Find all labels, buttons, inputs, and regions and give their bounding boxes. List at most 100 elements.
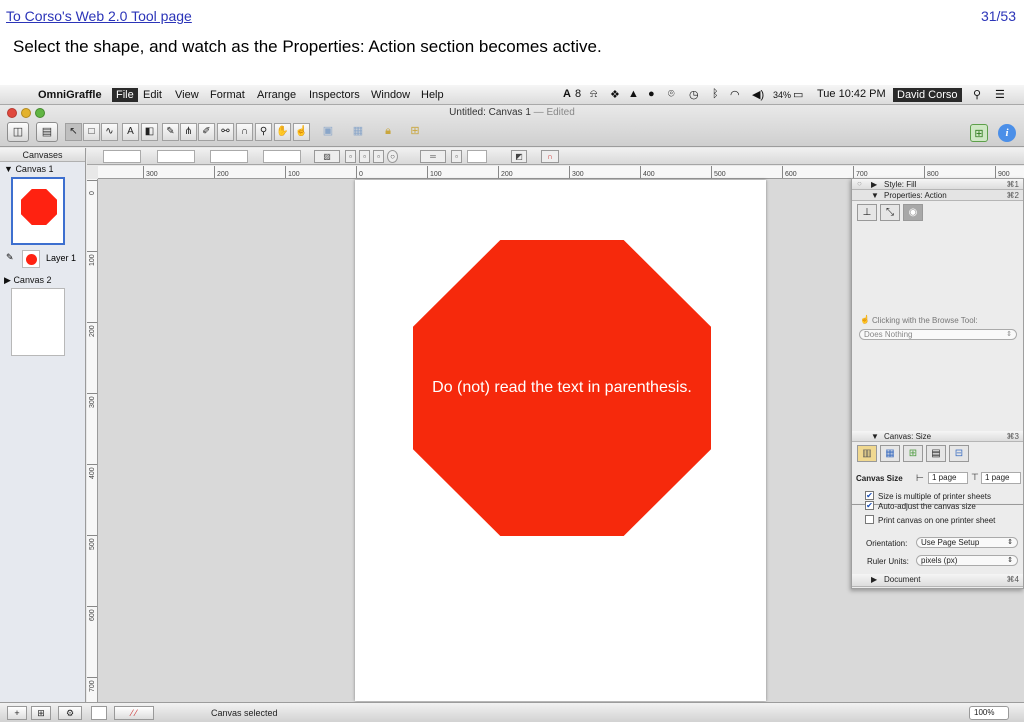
grid-tab-icon[interactable]: ▦ <box>880 445 900 462</box>
disclosure-closed-icon[interactable]: ▶ <box>4 275 11 285</box>
diagram-layout-tab-icon[interactable]: ⊟ <box>949 445 969 462</box>
gear-icon[interactable]: ⚙ <box>58 706 82 720</box>
style-button-2[interactable]: ▫ <box>359 150 370 163</box>
rubber-stamp-icon[interactable]: ◧ <box>141 123 158 141</box>
octagon-shape[interactable]: Do (not) read the text in parenthesis. <box>413 240 711 536</box>
text-tool-icon[interactable]: A <box>122 123 139 141</box>
battery-icon[interactable]: ▭ <box>793 88 803 101</box>
bluetooth-icon[interactable]: ᛒ <box>712 88 719 100</box>
fill-color-well[interactable]: ▨ <box>314 150 340 163</box>
clock[interactable]: Tue 10:42 PM <box>817 88 886 100</box>
menu-window[interactable]: Window <box>371 89 410 101</box>
action-tab-icon[interactable]: ◉ <box>903 204 923 221</box>
notification-icon[interactable]: ⍾ <box>590 88 597 101</box>
style-button-1[interactable]: ▫ <box>345 150 356 163</box>
pencil-icon[interactable]: ✎ <box>6 252 14 263</box>
document-row[interactable]: ▶ Document ⌘4 <box>852 574 1023 587</box>
layout-tab-icon[interactable]: ⊞ <box>903 445 923 462</box>
user-menu[interactable]: David Corso <box>893 88 962 102</box>
add-layer-icon[interactable]: ⊞ <box>31 706 51 720</box>
browse-tool-icon[interactable]: ☝ <box>293 123 310 141</box>
auto-adjust-checkbox[interactable]: ✔ <box>865 501 874 510</box>
magnet-tool-icon[interactable]: ∩ <box>236 123 253 141</box>
canvas-2-thumbnail[interactable] <box>11 288 65 356</box>
style-button-3[interactable]: ▫ <box>373 150 384 163</box>
group-icon[interactable]: ▣ <box>318 122 338 142</box>
stroke-width-field[interactable] <box>467 150 487 163</box>
height-field[interactable] <box>263 150 301 163</box>
print-one-sheet-checkbox[interactable] <box>865 515 874 524</box>
stroke-button[interactable]: ▫ <box>451 150 462 163</box>
menu-arrange[interactable]: Arrange <box>257 89 296 101</box>
app-menu[interactable]: OmniGraffle <box>38 89 102 101</box>
canvas-page[interactable]: Do (not) read the text in parenthesis. <box>355 180 766 701</box>
inspector-circle-icon[interactable]: ○ <box>857 179 862 188</box>
zoom-tool-icon[interactable]: ⚲ <box>255 123 272 141</box>
x-position-field[interactable] <box>103 150 141 163</box>
connection-tab-icon[interactable]: ⤡ <box>880 204 900 221</box>
disclosure-closed-icon[interactable]: ▶ <box>871 575 877 584</box>
color-swatch[interactable] <box>91 706 107 720</box>
background-tab-icon[interactable]: ▤ <box>926 445 946 462</box>
add-canvas-icon[interactable]: + <box>7 706 27 720</box>
multiple-sheets-checkbox[interactable]: ✔ <box>865 491 874 500</box>
y-position-field[interactable] <box>157 150 195 163</box>
canvas-1-row[interactable]: ▼ Canvas 1 <box>4 164 53 174</box>
action-popup[interactable]: Does Nothing ⇕ <box>859 329 1017 340</box>
diagram-tool-icon[interactable]: ⋔ <box>180 123 197 141</box>
selection-tool-icon[interactable]: ↖ <box>65 123 82 141</box>
canvas-size-tab-icon[interactable]: ▥ <box>857 445 877 462</box>
notification-center-icon[interactable]: ☰ <box>995 88 1005 101</box>
menu-file[interactable]: File <box>112 88 138 102</box>
shadow-button[interactable]: ◩ <box>511 150 527 163</box>
width-field[interactable] <box>210 150 248 163</box>
canvas-width-field[interactable]: 1 page <box>928 472 968 484</box>
canvas-size-row[interactable]: ▼ Canvas: Size ⌘3 <box>852 431 1023 442</box>
spotlight-icon[interactable]: ⚲ <box>973 88 981 101</box>
corso-web-tools-link[interactable]: To Corso's Web 2.0 Tool page <box>6 8 192 24</box>
drive-icon[interactable]: ▲ <box>628 88 639 100</box>
dropbox-icon[interactable]: ❖ <box>610 88 620 101</box>
lock-icon[interactable]: 🔒︎ <box>378 122 398 142</box>
geometry-tab-icon[interactable]: ⊥ <box>857 204 877 221</box>
menu-view[interactable]: View <box>175 89 199 101</box>
line-style-popup[interactable]: ═ <box>420 150 446 163</box>
style-brush-icon[interactable]: ✐ <box>198 123 215 141</box>
disclosure-open-icon[interactable]: ▼ <box>4 164 13 174</box>
sidebar-toggle-icon[interactable]: ◫ <box>7 122 29 142</box>
hand-tool-icon[interactable]: ✋ <box>274 123 291 141</box>
properties-action-row[interactable]: ▼ Properties: Action ⌘2 <box>852 190 1023 201</box>
adobe-icon[interactable]: A <box>563 88 571 100</box>
menu-inspectors[interactable]: Inspectors <box>309 89 360 101</box>
disclosure-closed-icon[interactable]: ▶ <box>871 180 877 189</box>
no-fill-swatch[interactable]: ⁄ ⁄ <box>114 706 154 720</box>
outline-toggle-icon[interactable]: ▤ <box>36 122 58 142</box>
skype-icon[interactable]: ● <box>648 88 655 100</box>
menu-edit[interactable]: Edit <box>143 89 162 101</box>
inspector-info-icon[interactable]: i <box>998 124 1016 142</box>
canvas-height-field[interactable]: 1 page <box>981 472 1021 484</box>
sync-icon[interactable]: ⌾ <box>668 88 675 101</box>
shape-tool-icon[interactable]: □ <box>83 123 100 141</box>
wifi-icon[interactable]: ◠ <box>730 88 740 101</box>
stencils-icon[interactable]: ⊞ <box>970 124 988 142</box>
menu-format[interactable]: Format <box>210 89 245 101</box>
connect-tool-icon[interactable]: ⚯ <box>217 123 234 141</box>
shape-text[interactable]: Do (not) read the text in parenthesis. <box>432 379 692 397</box>
layer-1-row[interactable]: ✎ Layer 1 <box>0 248 86 270</box>
canvas-2-row[interactable]: ▶ Canvas 2 <box>4 275 51 286</box>
disclosure-open-icon[interactable]: ▼ <box>871 191 879 200</box>
ruler-units-popup[interactable]: pixels (px) ⇕ <box>916 555 1018 566</box>
zoom-popup[interactable]: 100% <box>969 706 1009 720</box>
canvas-1-thumbnail[interactable] <box>11 177 65 245</box>
orientation-popup[interactable]: Use Page Setup ⇕ <box>916 537 1018 548</box>
style-button-4[interactable]: ○ <box>387 150 398 163</box>
disclosure-open-icon[interactable]: ▼ <box>871 432 879 441</box>
magnet-button[interactable]: ∩ <box>541 150 559 163</box>
style-fill-row[interactable]: ○ ▶ Style: Fill ⌘1 <box>852 179 1023 190</box>
align-icon[interactable]: ⊞ <box>405 122 425 142</box>
line-tool-icon[interactable]: ∿ <box>101 123 118 141</box>
menu-help[interactable]: Help <box>421 89 444 101</box>
ungroup-icon[interactable]: ▦ <box>348 122 368 142</box>
time-machine-icon[interactable]: ◷ <box>689 88 699 101</box>
